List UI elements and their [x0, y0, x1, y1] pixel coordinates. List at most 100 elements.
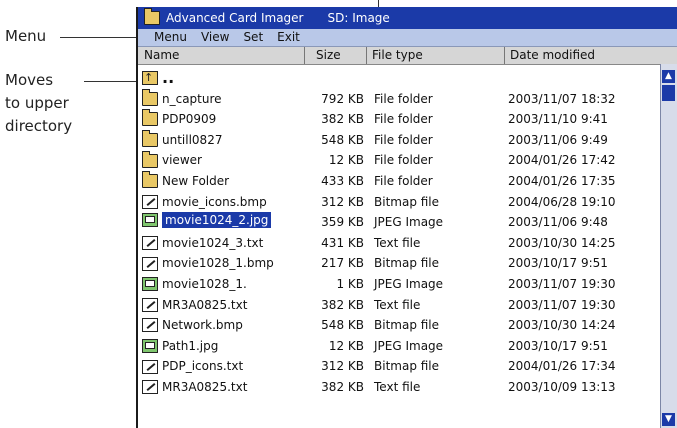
file-name: untill0827 [162, 132, 223, 147]
text-icon [142, 380, 158, 395]
file-date-modified: 2004/01/26 17:42 [508, 153, 616, 168]
column-size[interactable]: Size [316, 47, 341, 64]
file-row[interactable]: PDP0909 382 KB File folder 2003/11/10 9:41 [138, 109, 660, 130]
upper-directory-callout-line-3: directory [5, 117, 73, 135]
file-row[interactable]: movie1024_3.txt 431 KB Text file 2003/10/30… [138, 233, 660, 254]
file-name: movie_icons.bmp [162, 194, 267, 209]
file-type: Text file [374, 297, 421, 312]
file-name: Path1.jpg [162, 338, 219, 353]
text-icon [142, 359, 158, 374]
parent-directory-row[interactable]: .. [138, 68, 660, 89]
up-folder-icon [142, 68, 158, 89]
file-name: movie1028_1.bmp [162, 256, 274, 271]
column-name[interactable]: Name [144, 47, 179, 64]
file-row[interactable]: movie1028_1.bmp 217 KB Bitmap file 2003/10/… [138, 253, 660, 274]
file-row[interactable]: MR3A0825.txt 382 KB Text file 2003/11/07 19… [138, 295, 660, 316]
file-type: Bitmap file [374, 318, 440, 333]
file-row[interactable]: viewer 12 KB File folder 2004/01/26 17:42 [138, 150, 660, 171]
menu-item-set[interactable]: Set [243, 29, 263, 46]
file-browser-window: Advanced Card Imager SD: Image Menu View… [136, 7, 677, 428]
folder-icon [142, 130, 158, 148]
file-type: JPEG Image [374, 338, 444, 353]
file-row[interactable]: PDP_icons.txt 312 KB Bitmap file 2004/01/26… [138, 356, 660, 377]
scroll-up-arrow[interactable]: ▲ [662, 70, 675, 83]
file-row[interactable]: Path1.jpg 12 KB JPEG Image 2003/10/17 9:51 [138, 336, 660, 357]
file-row[interactable]: movie_icons.bmp 312 KB Bitmap file 2004/06/… [138, 192, 660, 213]
folder-icon [142, 88, 158, 106]
file-name: PDP0909 [162, 112, 217, 127]
file-size: 12 KB [328, 153, 364, 168]
file-date-modified: 2003/10/17 9:51 [508, 338, 608, 353]
file-type: Bitmap file [374, 194, 440, 209]
vertical-scrollbar[interactable]: ▲ ▼ [660, 64, 677, 428]
menu-callout: Menu [5, 27, 47, 45]
file-type: File folder [374, 91, 433, 106]
file-type: Text file [374, 379, 421, 394]
file-date-modified: 2003/10/17 9:51 [508, 256, 608, 271]
file-row[interactable]: movie1024_2.jpg 359 KB JPEG Image 2003/11/0… [138, 212, 660, 233]
file-size: 431 KB [321, 235, 364, 250]
file-name: New Folder [162, 173, 230, 188]
file-row[interactable]: Network.bmp 548 KB Bitmap file 2003/10/30 1… [138, 315, 660, 336]
file-name: movie1024_3.txt [162, 235, 264, 250]
file-name: MR3A0825.txt [162, 297, 248, 312]
window-title: Advanced Card Imager [166, 11, 304, 25]
file-type: File folder [374, 173, 433, 188]
file-size: 312 KB [321, 359, 364, 374]
menu-bar: Menu View Set Exit [138, 29, 677, 47]
bitmap-icon [142, 318, 158, 333]
file-size: 312 KB [321, 194, 364, 209]
scroll-thumb[interactable] [662, 85, 675, 101]
file-type: JPEG Image [374, 215, 444, 230]
jpeg-icon [142, 339, 158, 354]
file-type: Bitmap file [374, 359, 440, 374]
text-icon [142, 297, 158, 312]
file-type: File folder [374, 132, 433, 147]
column-header: Name Size File type Date modified [138, 47, 677, 65]
file-size: 382 KB [321, 112, 364, 127]
file-size: 548 KB [321, 318, 364, 333]
menu-item-menu[interactable]: Menu [154, 29, 187, 46]
upper-directory-callout-line-1: Moves [5, 71, 54, 89]
parent-directory-label: .. [162, 68, 175, 87]
file-size: 359 KB [321, 215, 364, 230]
file-row[interactable]: New Folder 433 KB File folder 2004/01/26 17… [138, 171, 660, 192]
file-size: 217 KB [321, 256, 364, 271]
column-date-modified[interactable]: Date modified [510, 47, 595, 64]
file-date-modified: 2003/10/30 14:24 [508, 318, 616, 333]
file-row[interactable]: untill0827 548 KB File folder 2003/11/06 9:… [138, 130, 660, 151]
upper-directory-callout-line-2: to upper [5, 94, 69, 112]
file-size: 382 KB [321, 379, 364, 394]
menu-item-exit[interactable]: Exit [277, 29, 300, 46]
file-size: 12 KB [328, 338, 364, 353]
text-icon [142, 236, 158, 251]
file-date-modified: 2003/11/07 19:30 [508, 297, 616, 312]
file-name: MR3A0825.txt [162, 379, 248, 394]
column-file-type[interactable]: File type [372, 47, 423, 64]
file-type: Bitmap file [374, 256, 440, 271]
menu-item-view[interactable]: View [201, 29, 229, 46]
window-location: SD: Image [327, 11, 390, 25]
file-date-modified: 2003/11/07 19:30 [508, 276, 616, 291]
file-date-modified: 2003/10/30 14:25 [508, 235, 616, 250]
file-date-modified: 2004/06/28 19:10 [508, 194, 616, 209]
file-date-modified: 2003/11/06 9:49 [508, 132, 608, 147]
file-date-modified: 2003/11/10 9:41 [508, 112, 608, 127]
file-size: 433 KB [321, 173, 364, 188]
file-name: PDP_icons.txt [162, 359, 244, 374]
file-type: File folder [374, 112, 433, 127]
file-row[interactable]: movie1028_1. 1 KB JPEG Image 2003/11/07 19:… [138, 274, 660, 295]
upper-directory-leader-line [84, 81, 140, 82]
file-date-modified: 2003/11/06 9:48 [508, 215, 608, 230]
file-date-modified: 2004/01/26 17:34 [508, 359, 616, 374]
file-row[interactable]: MR3A0825.txt 382 KB Text file 2003/10/09 13… [138, 377, 660, 398]
file-row[interactable]: n_capture 792 KB File folder 2003/11/07 18:… [138, 88, 660, 110]
file-name: movie1028_1. [162, 276, 247, 291]
file-list: .. n_capture 792 KB File folder 2003/11/07 … [138, 68, 660, 398]
file-name: movie1024_2.jpg [162, 212, 272, 229]
bitmap-icon [142, 256, 158, 271]
file-name: Network.bmp [162, 318, 243, 333]
jpeg-icon [142, 213, 158, 228]
file-date-modified: 2004/01/26 17:35 [508, 173, 616, 188]
scroll-down-arrow[interactable]: ▼ [662, 413, 675, 426]
